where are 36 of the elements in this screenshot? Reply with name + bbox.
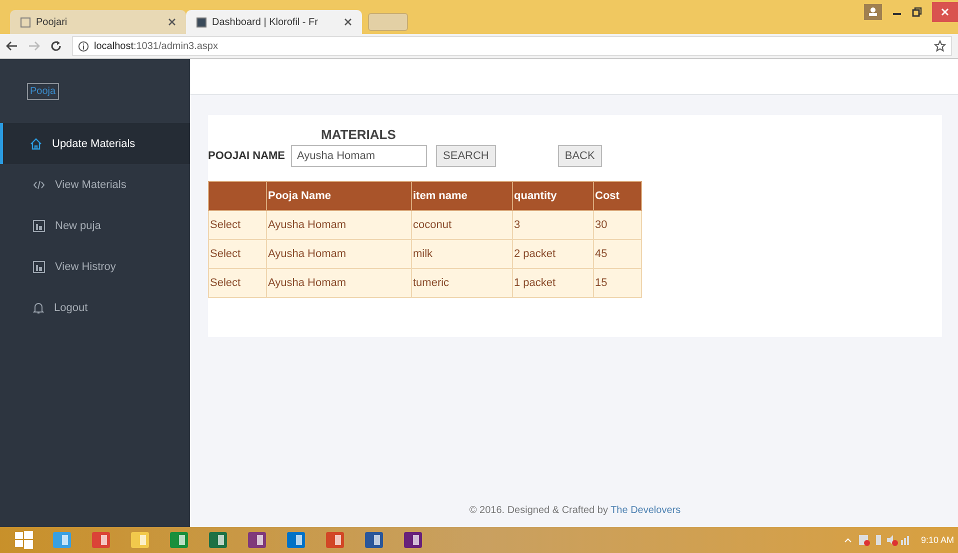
table-cell: coconut bbox=[412, 210, 512, 240]
field-label: POOJAI NAME bbox=[208, 150, 286, 162]
table-cell: 15 bbox=[594, 268, 642, 298]
footer-text: © 2016. Designed & Crafted by The Develovers bbox=[469, 505, 681, 516]
table-cell: 1 packet bbox=[512, 268, 594, 298]
select-link[interactable]: Select bbox=[208, 210, 266, 240]
select-link[interactable]: Select bbox=[208, 240, 266, 268]
back-button[interactable]: BACK bbox=[558, 145, 602, 167]
column-header: item name bbox=[412, 182, 512, 210]
nav-item[interactable]: New puja bbox=[0, 205, 190, 246]
table-cell: Ayusha Homam bbox=[266, 240, 412, 268]
nav-item[interactable]: Update Materials bbox=[0, 123, 190, 164]
table-cell: Ayusha Homam bbox=[266, 210, 412, 240]
url-text: localhost:1031/admin3.aspx bbox=[94, 40, 219, 52]
column-header: Pooja Name bbox=[266, 182, 412, 210]
nav-item[interactable]: View Materials bbox=[0, 164, 190, 205]
select-link[interactable]: Select bbox=[208, 268, 266, 298]
column-header: Cost bbox=[594, 182, 642, 210]
column-header: quantity bbox=[512, 182, 594, 210]
footer-link[interactable]: The Develovers bbox=[610, 505, 681, 516]
nav-item[interactable]: View Histroy bbox=[0, 246, 190, 287]
brand-logo[interactable]: Pooja bbox=[27, 82, 59, 100]
search-button[interactable]: SEARCH bbox=[436, 145, 496, 167]
pooja-name-field[interactable]: Ayusha Homam bbox=[291, 145, 428, 167]
browser-tab[interactable]: Dashboard | Klorofil - Fr bbox=[186, 10, 362, 34]
panel-title: MATERIALS bbox=[321, 127, 397, 142]
browser-tab[interactable]: Poojari bbox=[10, 10, 186, 34]
nav-item[interactable]: Logout bbox=[0, 287, 190, 328]
table-cell: 30 bbox=[594, 210, 642, 240]
table-cell: 45 bbox=[594, 240, 642, 268]
table-cell: milk bbox=[412, 240, 512, 268]
table-cell: 2 packet bbox=[512, 240, 594, 268]
table-cell: 3 bbox=[512, 210, 594, 240]
table-cell: Ayusha Homam bbox=[266, 268, 412, 298]
table-cell: tumeric bbox=[412, 268, 512, 298]
address-field[interactable]: localhost:1031/admin3.aspx bbox=[72, 36, 952, 56]
